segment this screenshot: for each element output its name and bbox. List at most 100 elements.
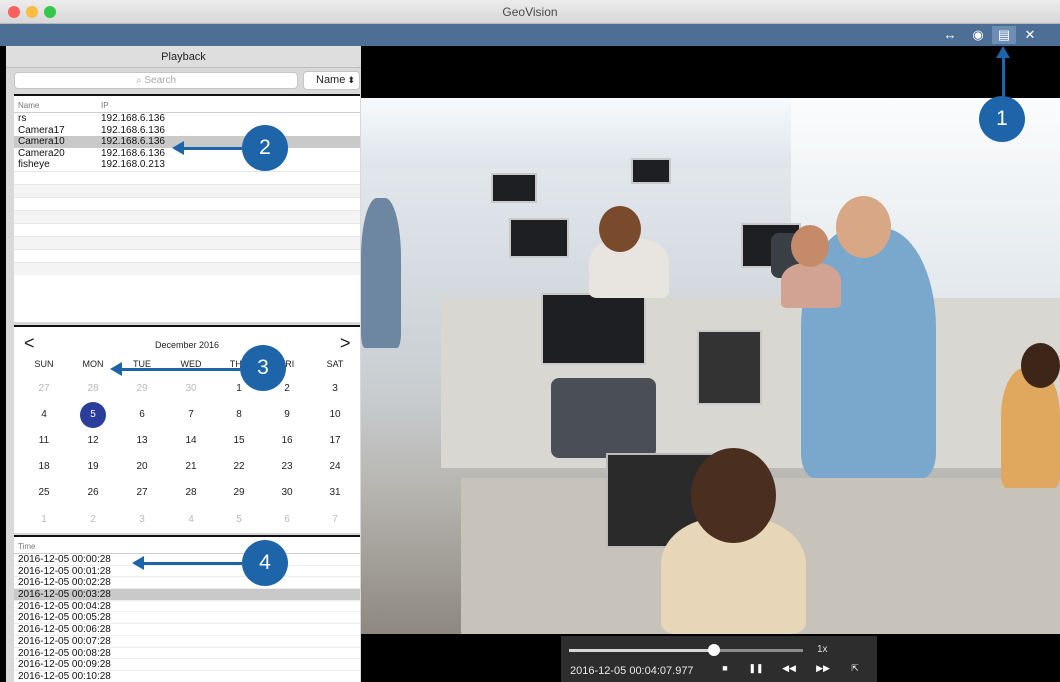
search-input[interactable]: ⌕ Search	[14, 72, 298, 89]
calendar-day[interactable]: 5	[215, 514, 263, 525]
calendar-day[interactable]: 28	[69, 383, 117, 394]
video-frame[interactable]	[361, 98, 1060, 634]
fit-width-icon[interactable]: ↔	[938, 26, 962, 44]
column-ip[interactable]: IP	[101, 101, 109, 110]
pause-icon[interactable]: ❚❚	[747, 660, 765, 676]
callout-2-arrow	[182, 147, 242, 150]
calendar-day[interactable]: 21	[167, 461, 215, 472]
camera-row[interactable]: Camera10 192.168.6.136	[14, 136, 360, 148]
calendar-day[interactable]: 4	[20, 409, 68, 420]
callout-1-badge: 1	[979, 96, 1025, 142]
timeline-slider[interactable]	[569, 644, 803, 656]
calendar-day[interactable]: 25	[20, 487, 68, 498]
callout-3-badge: 3	[240, 345, 286, 391]
calendar-day[interactable]: 6	[118, 409, 166, 420]
sort-select-value: Name	[316, 74, 346, 86]
chevron-updown-icon: ⬍	[347, 75, 355, 85]
calendar-day[interactable]: 15	[215, 435, 263, 446]
window-title: GeoVision	[502, 5, 558, 19]
camera-ip: 192.168.6.136	[101, 147, 165, 159]
calendar-day[interactable]: 28	[167, 487, 215, 498]
calendar-day[interactable]: 13	[118, 435, 166, 446]
column-name[interactable]: Name	[18, 101, 39, 110]
calendar-day[interactable]: 18	[20, 461, 68, 472]
callout-3-arrow	[120, 368, 240, 371]
playback-icon[interactable]: ▤	[992, 26, 1016, 44]
calendar-day[interactable]: 23	[263, 461, 311, 472]
fast-forward-icon[interactable]: ▶▶	[814, 660, 832, 676]
camera-row[interactable]: Camera17 192.168.6.136	[14, 125, 360, 137]
camera-table: Name IP rs 192.168.6.136 Camera17 192.168.6…	[14, 94, 360, 322]
playback-controls: 1x 2016-12-05 00:04:07.977 ■ ❚❚ ◀◀ ▶▶ ⇱	[561, 636, 877, 682]
calendar-day[interactable]: 7	[167, 409, 215, 420]
camera-row[interactable]: rs 192.168.6.136	[14, 113, 360, 125]
camera-ip: 192.168.6.136	[101, 136, 165, 147]
calendar-day[interactable]: 29	[215, 487, 263, 498]
calendar-day[interactable]: 31	[311, 487, 359, 498]
calendar-day[interactable]: 11	[20, 435, 68, 446]
camera-ip: 192.168.0.213	[101, 159, 165, 170]
calendar-day[interactable]: 20	[118, 461, 166, 472]
calendar-day[interactable]: 30	[263, 487, 311, 498]
weekday-label: SUN	[34, 359, 54, 369]
panel-title: Playback	[6, 46, 361, 68]
calendar-day[interactable]: 4	[167, 514, 215, 525]
calendar-day[interactable]: 26	[69, 487, 117, 498]
time-row[interactable]: 2016-12-05 00:10:28	[14, 671, 360, 682]
rewind-icon[interactable]: ◀◀	[780, 660, 798, 676]
calendar-day[interactable]: 3	[311, 383, 359, 394]
calendar-day[interactable]: 12	[69, 435, 117, 446]
calendar-day[interactable]: 29	[118, 383, 166, 394]
calendar-day[interactable]: 24	[311, 461, 359, 472]
camera-name: Camera10	[18, 136, 65, 147]
time-row[interactable]: 2016-12-05 00:01:28	[14, 566, 360, 578]
calendar-day[interactable]: 2	[69, 514, 117, 525]
camera-name: Camera17	[18, 124, 65, 136]
calendar-day[interactable]: 8	[215, 409, 263, 420]
weekday-label: SAT	[326, 359, 344, 369]
calendar-day[interactable]: 1	[20, 514, 68, 525]
time-row[interactable]: 2016-12-05 00:05:28	[14, 612, 360, 625]
time-row[interactable]: 2016-12-05 00:04:28	[14, 601, 360, 613]
export-icon[interactable]: ⇱	[846, 660, 864, 676]
time-row[interactable]: 2016-12-05 00:06:28	[14, 624, 360, 636]
next-month-button[interactable]: >	[340, 333, 351, 354]
calendar-day[interactable]: 17	[311, 435, 359, 446]
time-row[interactable]: 2016-12-05 00:02:28	[14, 577, 360, 590]
camera-table-header: Name IP	[14, 96, 360, 113]
time-row[interactable]: 2016-12-05 00:09:28	[14, 659, 360, 671]
playback-speed[interactable]: 1x	[817, 644, 828, 655]
calendar-day[interactable]: 10	[311, 409, 359, 420]
tools-icon[interactable]: ✕	[1018, 26, 1042, 44]
camera-row[interactable]: fisheye 192.168.0.213	[14, 159, 360, 171]
time-row[interactable]: 2016-12-05 00:03:28	[14, 589, 360, 601]
playback-timestamp: 2016-12-05 00:04:07.977	[570, 665, 694, 677]
search-placeholder: Search	[144, 75, 177, 86]
recording-time-list: Time 2016-12-05 00:00:28 2016-12-05 00:01…	[14, 535, 360, 682]
calendar-day[interactable]: 19	[69, 461, 117, 472]
calendar-day[interactable]: 16	[263, 435, 311, 446]
calendar-day[interactable]: 7	[311, 514, 359, 525]
selected-day[interactable]: 5	[80, 402, 106, 428]
callout-2-badge: 2	[242, 125, 288, 171]
live-view-icon[interactable]: ◉	[966, 26, 990, 44]
time-row[interactable]: 2016-12-05 00:08:28	[14, 648, 360, 660]
callout-1-arrow	[1002, 56, 1005, 96]
calendar-day[interactable]: 22	[215, 461, 263, 472]
calendar-day[interactable]: 30	[167, 383, 215, 394]
callout-4-arrow	[142, 562, 242, 565]
calendar-day[interactable]: 27	[118, 487, 166, 498]
sort-select[interactable]: Name ⬍	[303, 71, 360, 90]
time-row[interactable]: 2016-12-05 00:07:28	[14, 636, 360, 648]
calendar-day[interactable]: 27	[20, 383, 68, 394]
calendar-day[interactable]: 3	[118, 514, 166, 525]
timeline-slider-knob[interactable]	[708, 644, 721, 656]
calendar-day[interactable]: 14	[167, 435, 215, 446]
camera-name: Camera20	[18, 147, 65, 159]
stop-icon[interactable]: ■	[716, 660, 734, 676]
title-bar: GeoVision	[0, 0, 1060, 24]
camera-name: fisheye	[18, 159, 50, 170]
main-toolbar: ↔ ◉ ▤ ✕	[0, 24, 1060, 46]
calendar-day[interactable]: 6	[263, 514, 311, 525]
calendar-day[interactable]: 9	[263, 409, 311, 420]
